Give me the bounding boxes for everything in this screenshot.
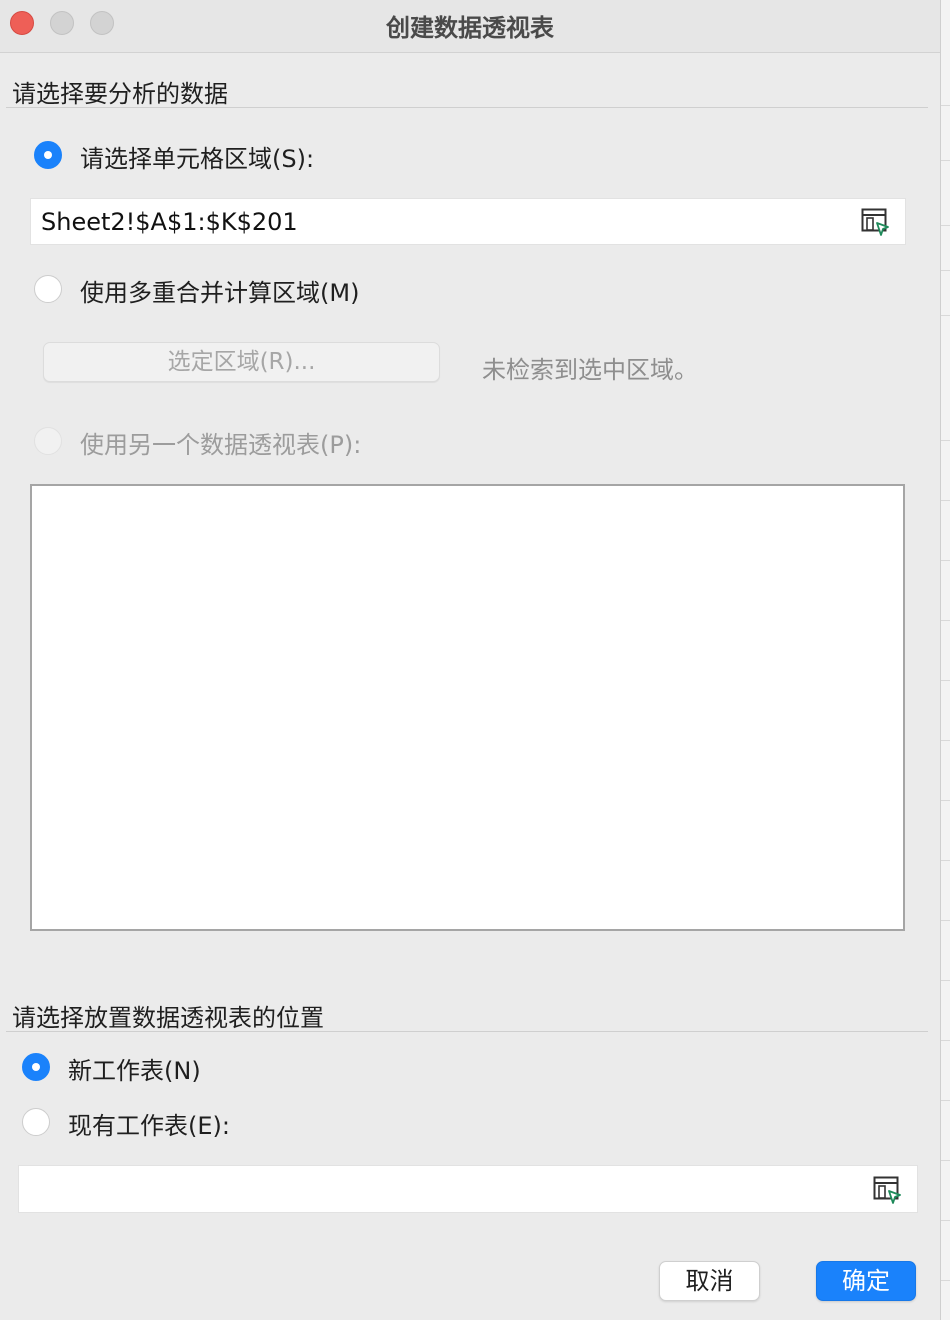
collapse-dialog-range-icon[interactable] xyxy=(873,1176,903,1206)
radio-other-pivot-table-label[interactable]: 使用另一个数据透视表(P): xyxy=(80,425,361,460)
destination-location-input[interactable] xyxy=(18,1165,918,1213)
cancel-button[interactable]: 取消 xyxy=(659,1261,760,1301)
radio-existing-worksheet[interactable] xyxy=(22,1108,50,1136)
ok-button[interactable]: 确定 xyxy=(816,1261,916,1301)
background-window-edge xyxy=(940,0,950,1320)
radio-consolidate-ranges[interactable] xyxy=(34,275,62,303)
radio-select-range-label[interactable]: 请选择单元格区域(S): xyxy=(80,139,314,174)
destination-section-heading: 请选择放置数据透视表的位置 xyxy=(12,1004,324,1032)
radio-existing-worksheet-label[interactable]: 现有工作表(E): xyxy=(68,1106,230,1141)
radio-new-worksheet-label[interactable]: 新工作表(N) xyxy=(68,1051,201,1086)
dialog-title: 创建数据透视表 xyxy=(386,14,554,42)
destination-section-divider xyxy=(6,1031,928,1032)
source-section-heading: 请选择要分析的数据 xyxy=(12,80,228,108)
range-input-value: Sheet2!$A$1:$K$201 xyxy=(41,208,298,236)
radio-consolidate-ranges-label[interactable]: 使用多重合并计算区域(M) xyxy=(80,273,359,308)
range-input[interactable]: Sheet2!$A$1:$K$201 xyxy=(30,198,906,245)
radio-new-worksheet[interactable] xyxy=(22,1053,50,1081)
select-range-button[interactable]: 选定区域(R)... xyxy=(43,342,440,382)
select-range-status: 未检索到选中区域。 xyxy=(482,356,698,384)
source-section-divider xyxy=(6,107,928,108)
radio-other-pivot-table[interactable] xyxy=(34,427,62,455)
collapse-dialog-range-icon[interactable] xyxy=(861,208,891,238)
title-bar: 创建数据透视表 xyxy=(0,0,940,53)
pivot-table-list[interactable] xyxy=(30,484,905,931)
radio-select-range[interactable] xyxy=(34,141,62,169)
